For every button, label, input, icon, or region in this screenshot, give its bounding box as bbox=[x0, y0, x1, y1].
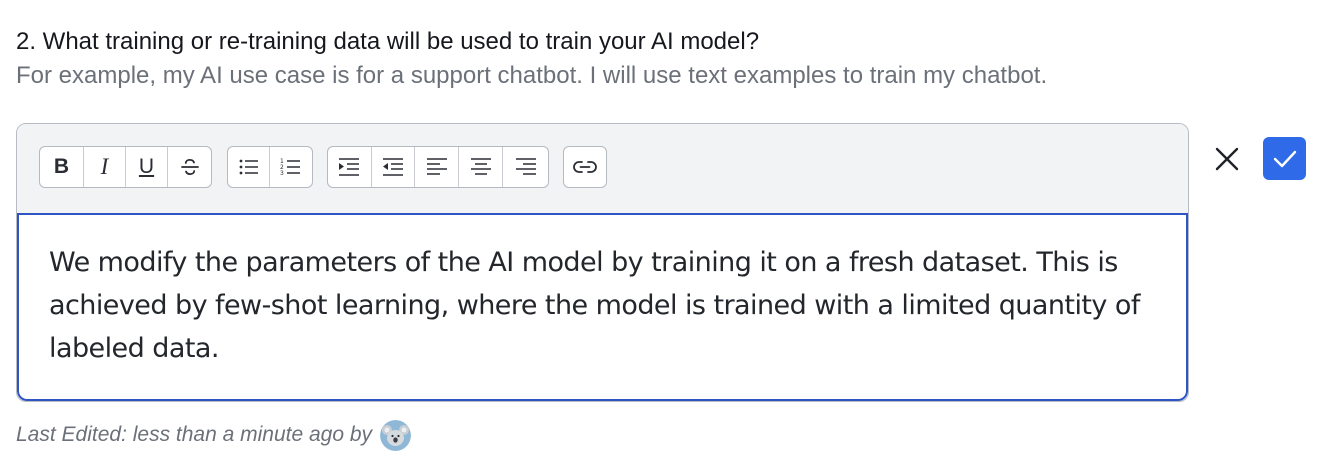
numbered-list-icon: 1 2 3 bbox=[280, 158, 300, 177]
indent-icon bbox=[339, 158, 360, 176]
koala-avatar-icon bbox=[380, 419, 412, 451]
question-hint: For example, my AI use case is for a sup… bbox=[16, 62, 1048, 89]
outdent-icon bbox=[382, 158, 403, 176]
align-center-button[interactable] bbox=[459, 147, 504, 187]
link-button[interactable] bbox=[564, 147, 606, 187]
editor-toolbar: B I U 1 2 3 bbox=[17, 124, 1188, 214]
cancel-button[interactable] bbox=[1208, 140, 1246, 178]
bulleted-list-icon bbox=[239, 159, 258, 175]
align-center-icon bbox=[470, 158, 491, 175]
question-title: 2. What training or re-training data wil… bbox=[16, 28, 760, 55]
bold-button[interactable]: B bbox=[40, 147, 84, 187]
text-style-group: B I U bbox=[39, 146, 212, 188]
last-edited-info: Last Edited: less than a minute ago by bbox=[16, 419, 412, 451]
editor-content[interactable]: We modify the parameters of the AI model… bbox=[17, 213, 1188, 401]
link-group bbox=[563, 146, 607, 188]
check-icon bbox=[1273, 150, 1296, 167]
align-left-icon bbox=[426, 158, 447, 175]
rich-text-editor: B I U 1 2 3 We modify the parameters of … bbox=[16, 123, 1189, 402]
avatar[interactable] bbox=[380, 419, 412, 451]
editor-text[interactable]: We modify the parameters of the AI model… bbox=[49, 241, 1156, 370]
link-icon bbox=[573, 161, 597, 173]
align-left-button[interactable] bbox=[415, 147, 459, 187]
align-right-button[interactable] bbox=[503, 147, 548, 187]
close-icon bbox=[1215, 147, 1239, 171]
outdent-button[interactable] bbox=[372, 147, 416, 187]
italic-button[interactable]: I bbox=[84, 147, 126, 187]
alignment-group bbox=[327, 146, 549, 188]
align-right-icon bbox=[515, 158, 536, 175]
strikethrough-icon bbox=[180, 158, 199, 176]
bulleted-list-button[interactable] bbox=[228, 147, 271, 187]
list-group: 1 2 3 bbox=[227, 146, 313, 188]
underline-button[interactable]: U bbox=[126, 147, 168, 187]
strikethrough-button[interactable] bbox=[168, 147, 211, 187]
confirm-button[interactable] bbox=[1263, 137, 1306, 180]
indent-button[interactable] bbox=[328, 147, 372, 187]
numbered-list-button[interactable]: 1 2 3 bbox=[270, 147, 312, 187]
last-edited-label: Last Edited: less than a minute ago by bbox=[16, 423, 373, 446]
svg-text:3: 3 bbox=[280, 170, 284, 177]
